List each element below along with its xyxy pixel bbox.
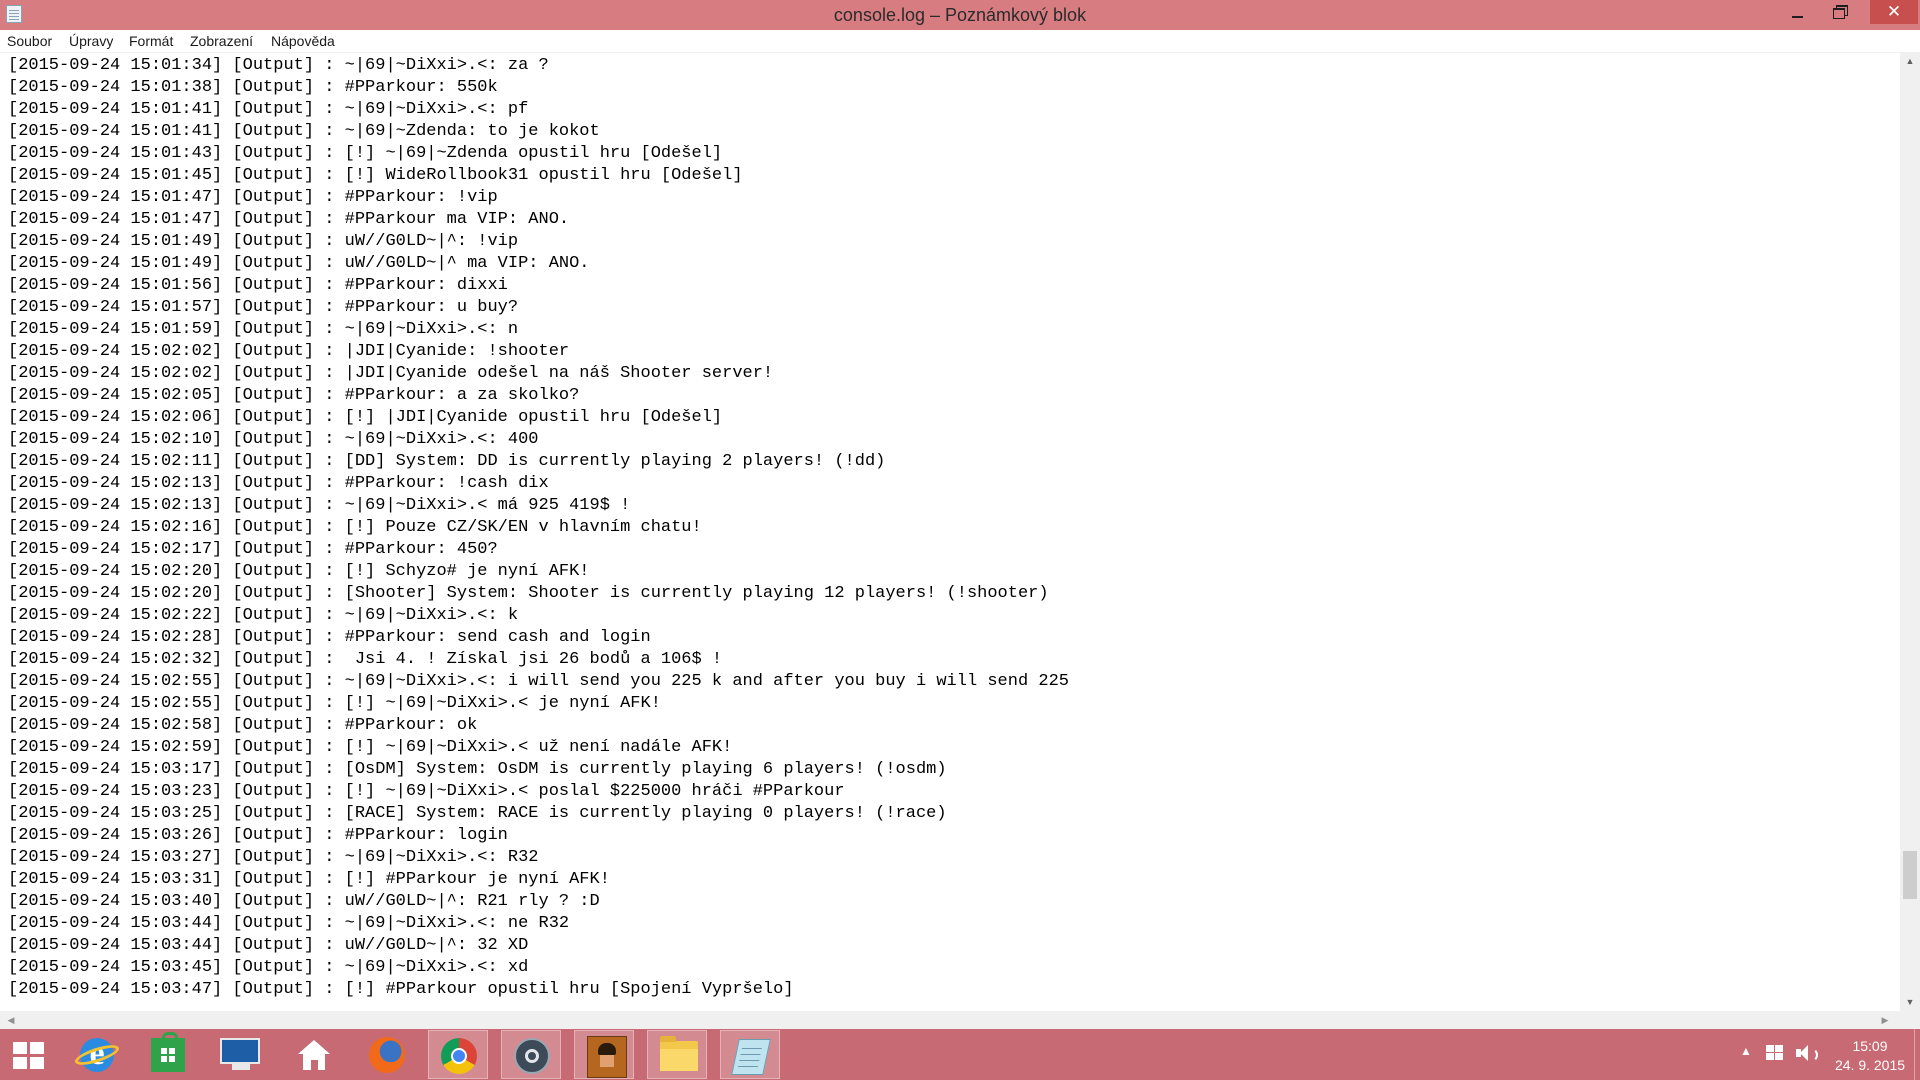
log-line: [2015-09-24 15:02:55] [Output] : [!] ~|6…: [8, 694, 661, 713]
log-line: [2015-09-24 15:01:49] [Output] : uW//G0L…: [8, 232, 519, 251]
log-line: [2015-09-24 15:03:45] [Output] : ~|69|~D…: [8, 958, 529, 977]
horizontal-scrollbar[interactable]: ◀ ▶: [0, 1011, 1900, 1029]
scrollbar-corner: [1900, 1011, 1920, 1029]
taskbar: e ▲ 15:09 24. 9. 2015: [0, 1029, 1920, 1080]
menu-bar: Soubor Úpravy Formát Zobrazení Nápověda: [0, 30, 1920, 53]
maximize-button[interactable]: [1822, 0, 1858, 24]
log-line: [2015-09-24 15:02:22] [Output] : ~|69|~D…: [8, 606, 519, 625]
vertical-scrollbar[interactable]: ▲ ▼: [1900, 53, 1920, 1011]
clock-time[interactable]: 15:09: [1830, 1038, 1910, 1054]
taskbar-game[interactable]: [574, 1030, 634, 1079]
log-line: [2015-09-24 15:02:58] [Output] : #PParko…: [8, 716, 478, 735]
scroll-down-icon[interactable]: ▼: [1900, 994, 1920, 1011]
log-line: [2015-09-24 15:01:41] [Output] : ~|69|~D…: [8, 100, 529, 119]
taskbar-chrome[interactable]: [428, 1030, 488, 1079]
start-button[interactable]: [0, 1030, 60, 1079]
window-title: console.log – Poznámkový blok: [833, 5, 1087, 25]
log-line: [2015-09-24 15:03:27] [Output] : ~|69|~D…: [8, 848, 539, 867]
taskbar-firefox[interactable]: [357, 1030, 417, 1079]
scroll-up-icon[interactable]: ▲: [1900, 53, 1920, 70]
minimize-button[interactable]: [1780, 0, 1816, 24]
taskbar-file-explorer[interactable]: [647, 1030, 707, 1079]
log-line: [2015-09-24 15:03:26] [Output] : #PParko…: [8, 826, 508, 845]
scroll-right-icon[interactable]: ▶: [1876, 1011, 1894, 1029]
log-line: [2015-09-24 15:01:57] [Output] : #PParko…: [8, 298, 519, 317]
menu-napoveda[interactable]: Nápověda: [271, 33, 335, 49]
title-bar[interactable]: console.log – Poznámkový blok ✕: [0, 0, 1920, 30]
log-line: [2015-09-24 15:02:10] [Output] : ~|69|~D…: [8, 430, 539, 449]
log-line: [2015-09-24 15:02:28] [Output] : #PParko…: [8, 628, 651, 647]
log-line: [2015-09-24 15:01:45] [Output] : [!] Wid…: [8, 166, 743, 185]
log-line: [2015-09-24 15:01:38] [Output] : #PParko…: [8, 78, 498, 97]
log-line: [2015-09-24 15:03:44] [Output] : ~|69|~D…: [8, 914, 570, 933]
text-editor-area[interactable]: [2015-09-24 15:01:34] [Output] : ~|69|~D…: [0, 53, 1900, 1011]
monitor-icon: [220, 1038, 260, 1064]
show-desktop-button[interactable]: [1914, 1029, 1920, 1080]
chrome-icon: [441, 1038, 477, 1074]
log-line: [2015-09-24 15:02:02] [Output] : |JDI|Cy…: [8, 342, 570, 361]
taskbar-home[interactable]: [284, 1030, 344, 1079]
log-line: [2015-09-24 15:01:56] [Output] : #PParko…: [8, 276, 508, 295]
close-button[interactable]: ✕: [1870, 0, 1918, 24]
firefox-icon: [369, 1037, 405, 1073]
log-line: [2015-09-24 15:02:11] [Output] : [DD] Sy…: [8, 452, 886, 471]
menu-soubor[interactable]: Soubor: [7, 33, 52, 49]
game-character-icon: [587, 1036, 627, 1078]
log-line: [2015-09-24 15:03:44] [Output] : uW//G0L…: [8, 936, 529, 955]
log-line: [2015-09-24 15:03:40] [Output] : uW//G0L…: [8, 892, 600, 911]
log-line: [2015-09-24 15:02:55] [Output] : ~|69|~D…: [8, 672, 1069, 691]
home-icon: [298, 1040, 330, 1070]
steam-icon: [514, 1038, 550, 1074]
log-line: [2015-09-24 15:01:59] [Output] : ~|69|~D…: [8, 320, 519, 339]
store-icon: [151, 1032, 185, 1072]
tray-chevron-icon[interactable]: ▲: [1740, 1044, 1752, 1058]
taskbar-notepad[interactable]: [720, 1030, 780, 1079]
notepad-icon: [731, 1039, 771, 1075]
log-line: [2015-09-24 15:01:47] [Output] : #PParko…: [8, 210, 570, 229]
taskbar-lenovo[interactable]: [211, 1030, 271, 1079]
taskbar-steam[interactable]: [501, 1030, 561, 1079]
log-line: [2015-09-24 15:03:25] [Output] : [RACE] …: [8, 804, 947, 823]
scroll-left-icon[interactable]: ◀: [2, 1011, 20, 1029]
log-line: [2015-09-24 15:01:34] [Output] : ~|69|~D…: [8, 56, 549, 75]
folder-icon: [660, 1036, 698, 1071]
log-line: [2015-09-24 15:02:06] [Output] : [!] |JD…: [8, 408, 723, 427]
log-line: [2015-09-24 15:02:13] [Output] : ~|69|~D…: [8, 496, 631, 515]
log-line: [2015-09-24 15:03:47] [Output] : [!] #PP…: [8, 980, 794, 999]
windows-logo-icon: [13, 1042, 45, 1070]
close-icon: ✕: [1886, 2, 1902, 21]
log-line: [2015-09-24 15:01:41] [Output] : ~|69|~Z…: [8, 122, 600, 141]
log-line: [2015-09-24 15:02:32] [Output] : Jsi 4. …: [8, 650, 723, 669]
menu-upravy[interactable]: Úpravy: [69, 33, 113, 49]
log-line: [2015-09-24 15:03:23] [Output] : [!] ~|6…: [8, 782, 845, 801]
action-center-flag-icon[interactable]: [1766, 1045, 1784, 1061]
log-line: [2015-09-24 15:01:43] [Output] : [!] ~|6…: [8, 144, 723, 163]
log-line: [2015-09-24 15:03:31] [Output] : [!] #PP…: [8, 870, 610, 889]
log-line: [2015-09-24 15:01:49] [Output] : uW//G0L…: [8, 254, 590, 273]
log-line: [2015-09-24 15:02:59] [Output] : [!] ~|6…: [8, 738, 733, 757]
taskbar-store[interactable]: [138, 1030, 198, 1079]
log-line: [2015-09-24 15:02:02] [Output] : |JDI|Cy…: [8, 364, 774, 383]
volume-icon[interactable]: [1796, 1043, 1818, 1063]
log-line: [2015-09-24 15:01:47] [Output] : #PParko…: [8, 188, 498, 207]
vertical-scroll-thumb[interactable]: [1903, 851, 1917, 899]
log-line: [2015-09-24 15:03:17] [Output] : [OsDM] …: [8, 760, 947, 779]
log-line: [2015-09-24 15:02:05] [Output] : #PParko…: [8, 386, 580, 405]
log-line: [2015-09-24 15:02:13] [Output] : #PParko…: [8, 474, 549, 493]
log-line: [2015-09-24 15:02:20] [Output] : [!] Sch…: [8, 562, 590, 581]
log-line: [2015-09-24 15:02:16] [Output] : [!] Pou…: [8, 518, 702, 537]
clock-date[interactable]: 24. 9. 2015: [1830, 1057, 1910, 1073]
menu-zobrazeni[interactable]: Zobrazení: [190, 33, 253, 49]
log-line: [2015-09-24 15:02:17] [Output] : #PParko…: [8, 540, 498, 559]
log-line: [2015-09-24 15:02:20] [Output] : [Shoote…: [8, 584, 1049, 603]
taskbar-internet-explorer[interactable]: e: [66, 1030, 126, 1079]
menu-format[interactable]: Formát: [129, 33, 173, 49]
